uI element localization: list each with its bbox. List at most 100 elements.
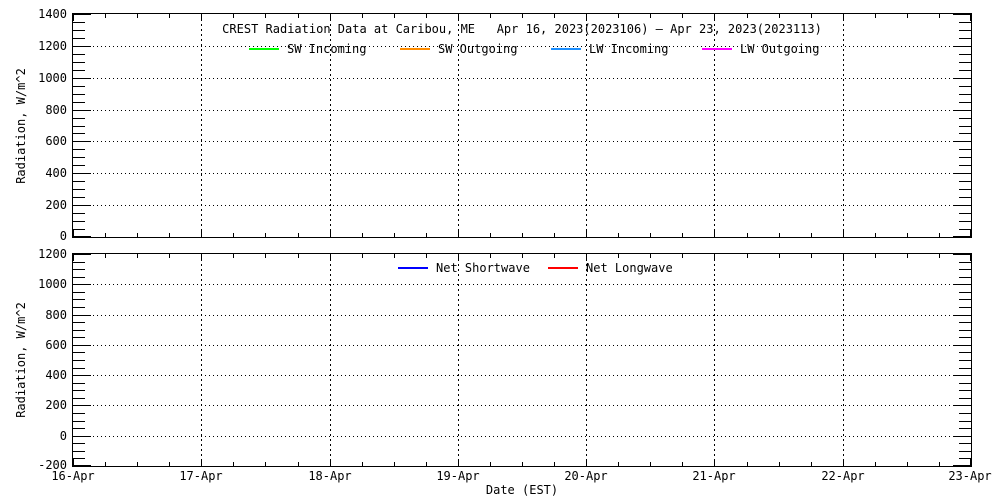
axis-tick — [682, 462, 683, 466]
axis-tick — [73, 254, 74, 261]
gridline-horizontal — [73, 205, 971, 206]
axis-tick — [73, 149, 85, 150]
axis-tick — [959, 443, 971, 444]
axis-tick — [73, 428, 85, 429]
x-tick-label: 20-Apr — [554, 469, 618, 483]
axis-tick — [522, 254, 523, 258]
axis-tick — [970, 459, 971, 466]
axis-tick — [73, 213, 85, 214]
axis-tick — [682, 233, 683, 237]
axis-tick — [959, 165, 971, 166]
gridline-horizontal — [73, 78, 971, 79]
axis-tick — [73, 14, 74, 21]
axis-tick — [959, 102, 971, 103]
axis-tick — [73, 181, 85, 182]
gridline-vertical — [201, 254, 202, 466]
axis-tick — [105, 233, 106, 237]
y-tick-label: 1000 — [21, 277, 67, 291]
y-tick-label: 200 — [21, 198, 67, 212]
axis-tick — [233, 14, 234, 18]
axis-tick — [426, 462, 427, 466]
axis-tick — [970, 230, 971, 237]
axis-tick — [682, 14, 683, 18]
axis-tick — [522, 462, 523, 466]
axis-tick — [73, 360, 85, 361]
axis-tick — [959, 30, 971, 31]
axis-tick — [265, 233, 266, 237]
axis-tick — [490, 233, 491, 237]
axis-tick — [959, 262, 971, 263]
legend-label: SW Incoming — [287, 42, 366, 56]
y-axis-label-bottom-panel: Radiation, W/m^2 — [14, 302, 28, 418]
legend-label: Net Shortwave — [436, 261, 530, 275]
radiation-chart-figure: CREST Radiation Data at Caribou, ME Apr … — [0, 0, 1000, 500]
axis-tick — [959, 38, 971, 39]
gridline-horizontal — [73, 173, 971, 174]
axis-tick — [959, 197, 971, 198]
axis-tick — [522, 14, 523, 18]
axis-tick — [73, 459, 74, 466]
legend-line-swatch — [551, 48, 581, 50]
axis-tick — [875, 254, 876, 258]
axis-tick — [959, 421, 971, 422]
axis-tick — [73, 299, 85, 300]
axis-tick — [959, 189, 971, 190]
axis-tick — [939, 254, 940, 258]
axis-tick — [137, 254, 138, 258]
axis-tick — [169, 462, 170, 466]
axis-tick — [73, 189, 85, 190]
legend-line-swatch — [398, 267, 428, 269]
axis-tick — [426, 14, 427, 18]
axis-tick — [73, 307, 85, 308]
axis-tick — [970, 254, 971, 261]
legend-line-swatch — [400, 48, 430, 50]
axis-tick — [73, 269, 85, 270]
axis-tick — [490, 462, 491, 466]
axis-tick — [618, 254, 619, 258]
axis-tick — [959, 277, 971, 278]
axis-tick — [137, 14, 138, 18]
axis-tick — [618, 233, 619, 237]
legend-line-swatch — [548, 267, 578, 269]
x-tick-label: 19-Apr — [426, 469, 490, 483]
axis-tick — [554, 462, 555, 466]
axis-tick — [970, 14, 971, 21]
axis-tick — [875, 462, 876, 466]
axis-tick — [362, 462, 363, 466]
axis-tick — [959, 118, 971, 119]
legend-item: Net Shortwave — [398, 261, 530, 275]
axis-tick — [426, 254, 427, 258]
axis-tick — [959, 126, 971, 127]
axis-tick — [73, 38, 85, 39]
gridline-horizontal — [73, 141, 971, 142]
axis-tick — [265, 254, 266, 258]
axis-tick — [618, 462, 619, 466]
axis-tick — [959, 322, 971, 323]
axis-tick — [105, 254, 106, 258]
legend-item: Net Longwave — [548, 261, 673, 275]
gridline-horizontal — [73, 284, 971, 285]
axis-tick — [73, 230, 74, 237]
axis-tick — [959, 398, 971, 399]
axis-tick — [959, 149, 971, 150]
axis-tick — [959, 22, 971, 23]
gridline-vertical — [843, 14, 844, 237]
axis-tick — [298, 462, 299, 466]
axis-tick — [73, 197, 85, 198]
axis-tick — [779, 462, 780, 466]
axis-tick — [907, 254, 908, 258]
axis-tick — [554, 233, 555, 237]
axis-tick — [298, 254, 299, 258]
axis-tick — [939, 233, 940, 237]
axis-tick — [73, 352, 85, 353]
axis-tick — [953, 236, 971, 237]
axis-tick — [522, 233, 523, 237]
gridline-horizontal — [73, 315, 971, 316]
axis-tick — [959, 360, 971, 361]
axis-tick — [959, 451, 971, 452]
axis-tick — [394, 462, 395, 466]
gridline-horizontal — [73, 405, 971, 406]
axis-tick — [73, 14, 91, 15]
axis-tick — [73, 236, 91, 237]
x-axis-label: Date (EST) — [486, 483, 558, 497]
